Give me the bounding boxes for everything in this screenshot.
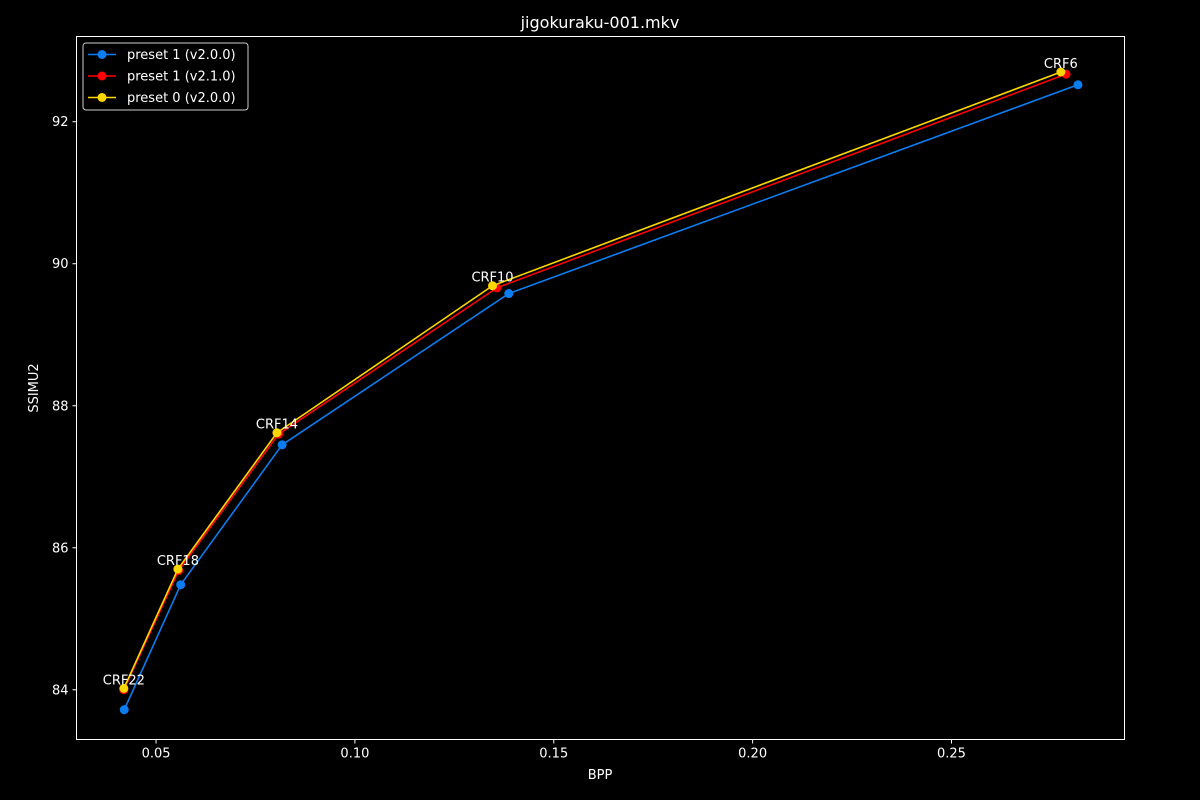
data-point bbox=[176, 580, 186, 590]
y-tick-label: 86 bbox=[52, 541, 69, 556]
legend-label: preset 1 (v2.0.0) bbox=[127, 48, 236, 63]
annotation-layer: CRF22 CRF18 CRF14 CRF10 CRF6 bbox=[103, 57, 1078, 688]
legend-label: preset 1 (v2.1.0) bbox=[127, 70, 236, 85]
crf-label: CRF14 bbox=[256, 418, 298, 433]
legend: preset 1 (v2.0.0) preset 1 (v2.1.0) preset… bbox=[82, 42, 249, 111]
plot-frame bbox=[76, 36, 1125, 740]
x-tick-label: 0.25 bbox=[937, 747, 966, 762]
series-3 bbox=[119, 67, 1066, 693]
x-tick-label: 0.05 bbox=[142, 747, 171, 762]
y-tick-label: 90 bbox=[52, 257, 69, 272]
x-axis-title: BPP bbox=[588, 768, 613, 783]
y-axis: 84 86 88 90 92 bbox=[52, 115, 77, 698]
legend-marker bbox=[97, 93, 107, 102]
x-tick-label: 0.20 bbox=[738, 747, 767, 762]
series-layer bbox=[119, 67, 1083, 715]
legend-marker bbox=[97, 50, 107, 59]
data-point bbox=[504, 289, 514, 299]
crf-label: CRF6 bbox=[1044, 57, 1078, 72]
data-point bbox=[277, 440, 287, 450]
series-1 bbox=[119, 80, 1083, 715]
y-tick-label: 92 bbox=[52, 115, 69, 130]
crf-label: CRF22 bbox=[103, 673, 145, 688]
series-line bbox=[123, 73, 1067, 691]
plot-area bbox=[76, 36, 1125, 740]
chart: jigokuraku-001.mkv 0.05 0.10 0.15 0.20 0.25 … bbox=[27, 13, 1125, 783]
y-axis-title: SSIMU2 bbox=[27, 363, 42, 412]
data-point bbox=[1073, 80, 1083, 90]
y-tick-label: 88 bbox=[52, 399, 69, 414]
series-line bbox=[123, 71, 1062, 689]
x-tick-label: 0.10 bbox=[340, 747, 369, 762]
x-axis: 0.05 0.10 0.15 0.20 0.25 bbox=[142, 739, 966, 762]
legend-label: preset 0 (v2.0.0) bbox=[127, 91, 236, 106]
series-line bbox=[123, 84, 1079, 711]
series-2 bbox=[119, 69, 1071, 695]
data-point bbox=[119, 705, 129, 715]
legend-marker bbox=[97, 71, 107, 81]
chart-title: jigokuraku-001.mkv bbox=[520, 13, 680, 32]
crf-label: CRF10 bbox=[471, 271, 513, 286]
x-tick-label: 0.15 bbox=[539, 747, 568, 762]
y-tick-label: 84 bbox=[52, 683, 69, 698]
crf-label: CRF18 bbox=[157, 554, 199, 569]
